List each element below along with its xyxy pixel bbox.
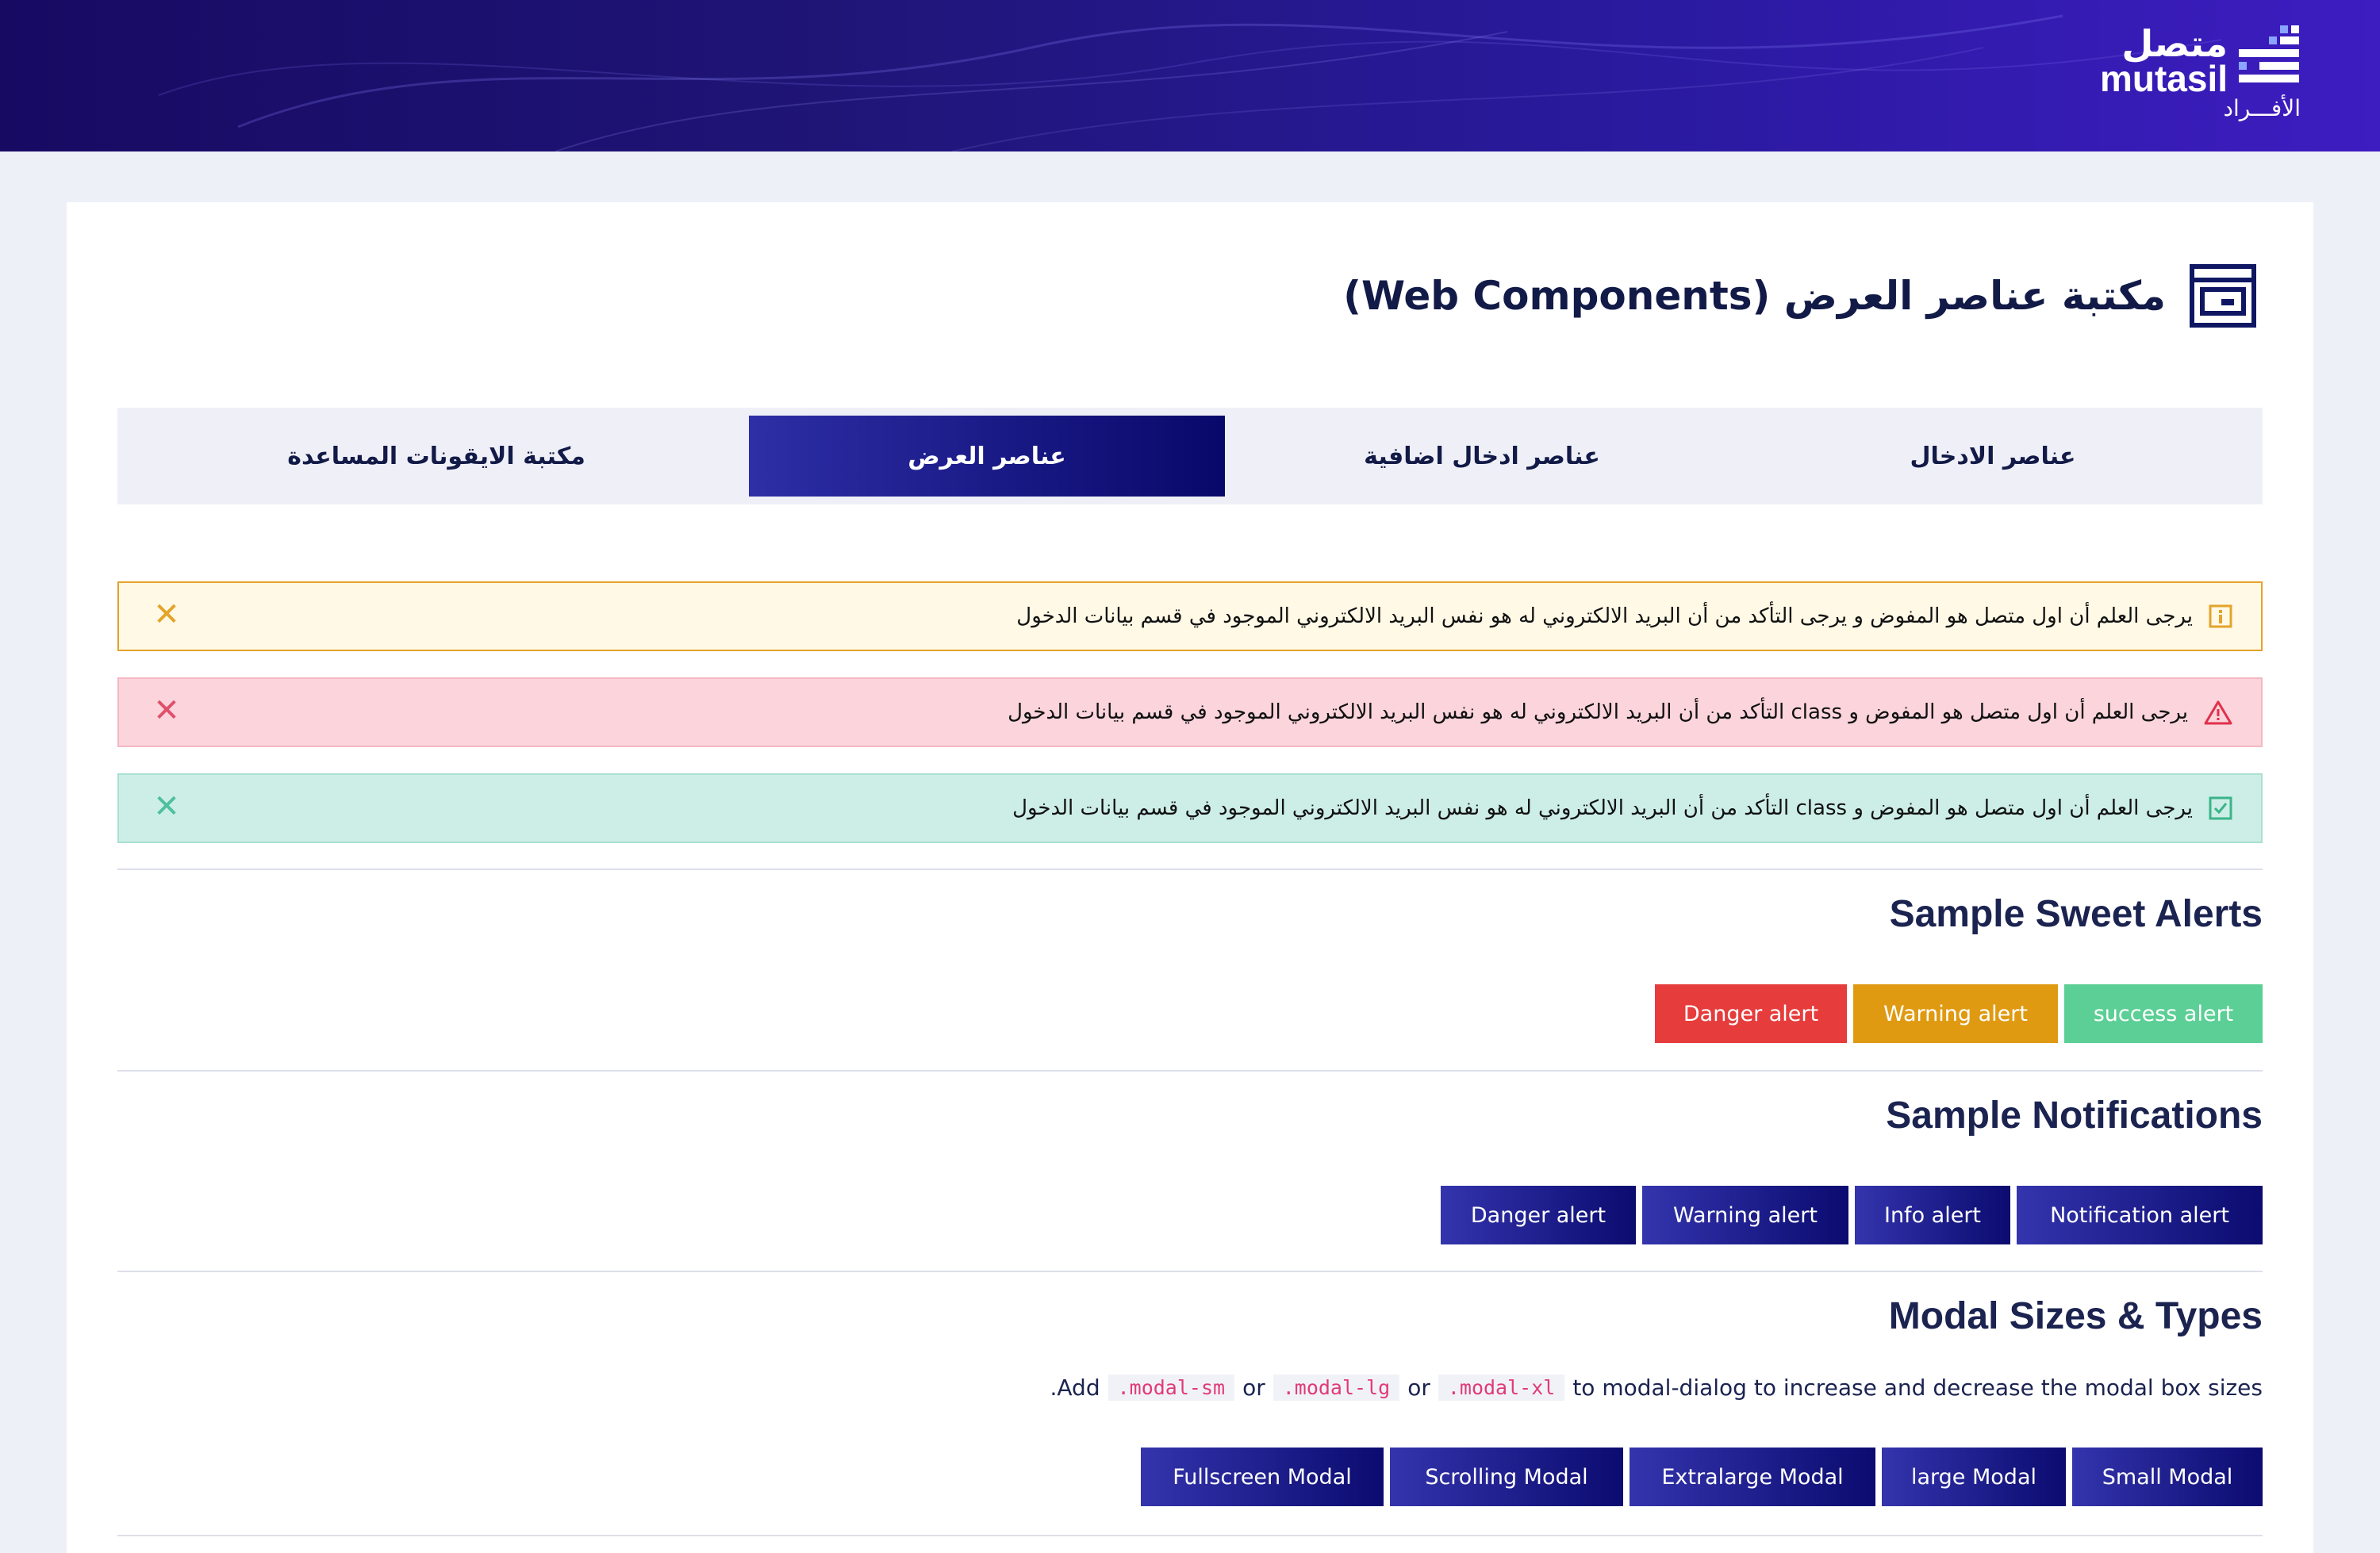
sweet-alerts-buttons: success alert Warning alert Danger alert bbox=[1655, 984, 2263, 1043]
tab-input-elements[interactable]: عناصر الادخال bbox=[1739, 416, 2247, 497]
warning-alert: يرجى العلم أن اول متصل هو المفوض و يرجى … bbox=[117, 581, 2263, 651]
warning-alert-button[interactable]: Warning alert bbox=[1853, 984, 2058, 1043]
notification-alert-button[interactable]: Notification alert bbox=[2017, 1186, 2263, 1244]
brand-section-label: الأفـــراد bbox=[2223, 95, 2301, 121]
header-background-pattern bbox=[158, 14, 2222, 151]
large-modal-button[interactable]: large Modal bbox=[1882, 1448, 2066, 1506]
check-square-icon bbox=[2209, 796, 2232, 820]
small-modal-button[interactable]: Small Modal bbox=[2072, 1448, 2263, 1506]
modal-desc-or: or bbox=[1242, 1375, 1265, 1401]
divider bbox=[117, 1271, 2263, 1272]
success-alert-button[interactable]: success alert bbox=[2064, 984, 2263, 1043]
modal-xl-code: .modal-xl bbox=[1438, 1375, 1565, 1401]
modal-desc-suffix: .Add bbox=[1050, 1375, 1100, 1401]
brand-name-english: mutasil bbox=[2099, 58, 2228, 99]
info-alert-button[interactable]: Info alert bbox=[1855, 1186, 2010, 1244]
main-card: مكتبة عناصر العرض (Web Components) عناصر… bbox=[67, 202, 2313, 1553]
modals-title: Modal Sizes & Types bbox=[1888, 1295, 2263, 1337]
modal-description: .Add .modal-sm or .modal-lg or .modal-xl… bbox=[1050, 1375, 2263, 1401]
notifications-buttons: Notification alert Info alert Warning al… bbox=[1441, 1186, 2263, 1244]
success-alert-text: يرجى العلم أن اول متصل هو المفوض و class… bbox=[1012, 796, 2193, 820]
danger-alert-button[interactable]: Danger alert bbox=[1655, 984, 1847, 1043]
warning-notification-button[interactable]: Warning alert bbox=[1642, 1186, 1848, 1244]
notifications-title: Sample Notifications bbox=[1886, 1095, 2263, 1137]
tab-extra-input-elements[interactable]: عناصر ادخال اضافية bbox=[1228, 416, 1736, 497]
modal-lg-code: .modal-lg bbox=[1273, 1375, 1400, 1401]
tab-icon-library[interactable]: مكتبة الايقونات المساعدة bbox=[127, 416, 746, 497]
scrolling-modal-button[interactable]: Scrolling Modal bbox=[1390, 1448, 1623, 1506]
top-header: متصل mutasil الأفـــراد bbox=[0, 0, 2380, 151]
tab-bar: عناصر الادخال عناصر ادخال اضافية عناصر ا… bbox=[117, 408, 2263, 504]
danger-notification-button[interactable]: Danger alert bbox=[1441, 1186, 1636, 1244]
close-icon[interactable]: ✕ bbox=[151, 791, 182, 823]
modal-sm-code: .modal-sm bbox=[1107, 1375, 1235, 1401]
page-header: مكتبة عناصر العرض (Web Components) bbox=[1343, 264, 2256, 328]
modal-buttons: Small Modal large Modal Extralarge Modal… bbox=[1141, 1448, 2263, 1506]
divider bbox=[117, 1535, 2263, 1536]
info-icon bbox=[2209, 604, 2232, 628]
close-icon[interactable]: ✕ bbox=[151, 599, 182, 631]
divider bbox=[117, 869, 2263, 870]
close-icon[interactable]: ✕ bbox=[151, 695, 182, 727]
page-title: مكتبة عناصر العرض (Web Components) bbox=[1343, 273, 2166, 319]
danger-alert-text: يرجى العلم أن اول متصل هو المفوض و class… bbox=[1008, 700, 2188, 724]
success-alert: يرجى العلم أن اول متصل هو المفوض و class… bbox=[117, 773, 2263, 843]
warning-alert-text: يرجى العلم أن اول متصل هو المفوض و يرجى … bbox=[1016, 604, 2193, 628]
brand-mark-icon bbox=[2239, 25, 2299, 82]
sweet-alerts-title: Sample Sweet Alerts bbox=[1889, 893, 2263, 935]
fullscreen-modal-button[interactable]: Fullscreen Modal bbox=[1141, 1448, 1384, 1506]
danger-alert: يرجى العلم أن اول متصل هو المفوض و class… bbox=[117, 677, 2263, 747]
tab-display-elements[interactable]: عناصر العرض bbox=[749, 416, 1225, 497]
web-components-icon bbox=[2190, 264, 2256, 328]
divider bbox=[117, 1070, 2263, 1072]
brand-logo[interactable]: متصل mutasil الأفـــراد bbox=[2094, 22, 2301, 125]
modal-desc-or: or bbox=[1407, 1375, 1430, 1401]
warning-triangle-icon bbox=[2204, 700, 2232, 725]
modal-desc-prefix: to modal-dialog to increase and decrease… bbox=[1572, 1375, 2263, 1401]
extralarge-modal-button[interactable]: Extralarge Modal bbox=[1630, 1448, 1875, 1506]
